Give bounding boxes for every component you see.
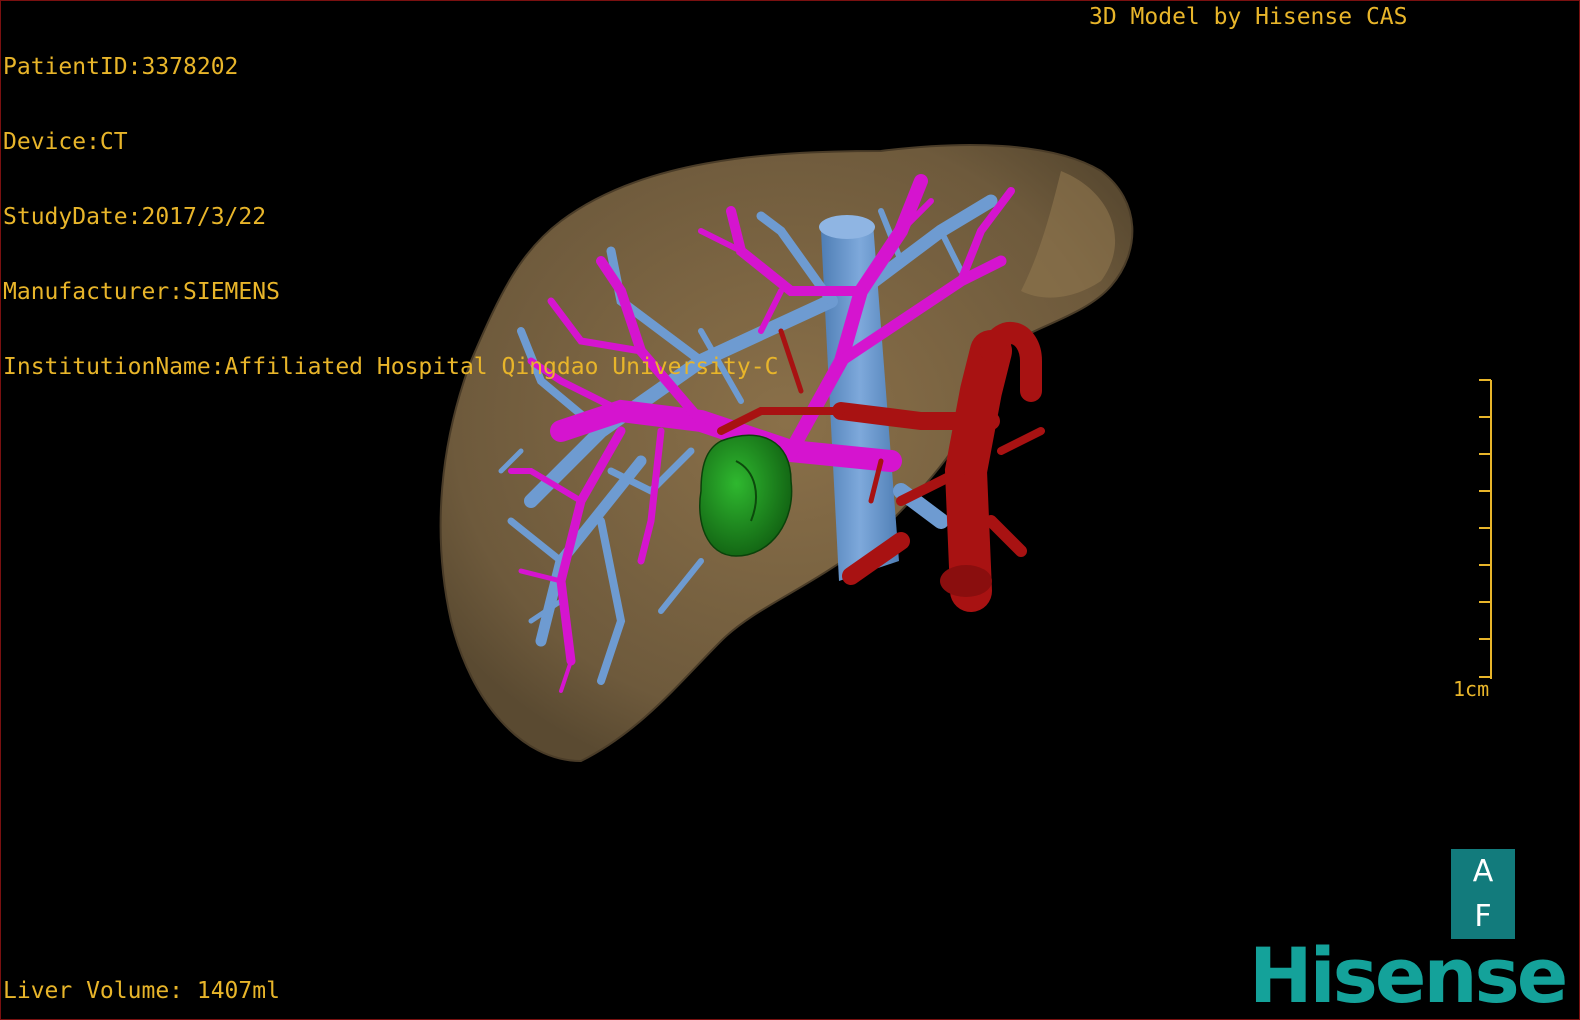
study-date-text: StudyDate:2017/3/22 xyxy=(3,204,267,230)
orientation-top-letter: A xyxy=(1472,853,1494,889)
orientation-indicator[interactable]: A F xyxy=(1451,849,1515,939)
study-info-block: PatientID:3378202 Device:CT StudyDate:20… xyxy=(3,5,778,430)
manufacturer-text: Manufacturer:SIEMENS xyxy=(3,279,280,305)
patient-id-text: PatientID:3378202 xyxy=(3,54,239,80)
scale-bar xyxy=(1479,379,1492,679)
liver-volume-text: Liver Volume: 1407ml xyxy=(3,978,280,1004)
institution-text: InstitutionName:Affiliated Hospital Qing… xyxy=(3,354,779,380)
scale-label: 1cm xyxy=(1453,677,1490,701)
device-text: Device:CT xyxy=(3,129,128,155)
orientation-bottom-letter: F xyxy=(1474,898,1492,934)
hisense-logo: Hisense xyxy=(1249,931,1568,1020)
aorta-cross-section xyxy=(940,565,992,597)
3d-viewport[interactable]: PatientID:3378202 Device:CT StudyDate:20… xyxy=(0,0,1580,1020)
model-attribution-text: 3D Model by Hisense CAS xyxy=(1089,4,1408,30)
